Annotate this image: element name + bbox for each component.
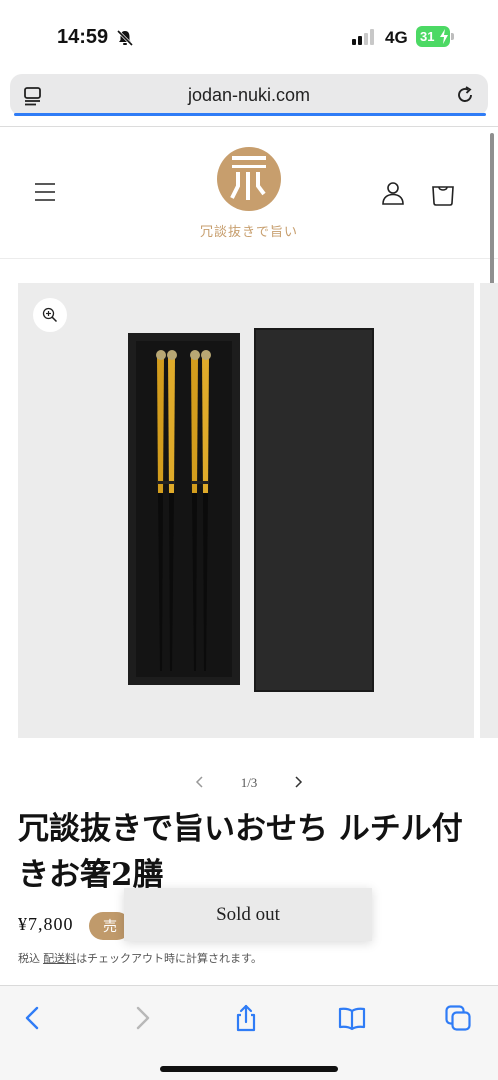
shipping-link[interactable]: 配送料 (43, 953, 76, 965)
logo-mark[interactable] (216, 146, 282, 212)
chevron-left-icon[interactable] (192, 773, 208, 791)
logo-text[interactable]: 冗談抜きで旨い (0, 221, 498, 240)
tax-note: 税込 配送料はチェックアウト時に計算されます。 (18, 950, 262, 966)
share-icon[interactable] (232, 1004, 260, 1032)
tax-suffix: はチェックアウト時に計算されます。 (76, 953, 262, 965)
status-time: 14:59 (57, 26, 109, 48)
back-icon[interactable] (19, 1004, 47, 1032)
home-indicator[interactable] (160, 1066, 338, 1072)
network-label: 4G (385, 28, 408, 47)
cellular-signal-icon (352, 29, 374, 45)
next-image-peek[interactable] (480, 283, 498, 738)
status-bar: 14:59 4G 31 (0, 0, 498, 70)
forward-icon[interactable] (128, 1004, 156, 1032)
header-divider (0, 258, 498, 259)
chopsticks-in-box-photo (18, 283, 474, 738)
page-load-progress (14, 113, 486, 116)
tax-prefix: 税込 (18, 953, 44, 965)
cart-icon[interactable] (430, 179, 456, 207)
price: ¥7,800 (18, 914, 74, 934)
browser-divider (0, 126, 498, 127)
menu-icon[interactable] (33, 180, 57, 204)
sold-out-button[interactable]: Sold out (124, 888, 372, 941)
reload-icon[interactable] (454, 84, 476, 106)
bell-slash-icon (116, 29, 134, 47)
product-title: 冗談抜きで旨いおせち ルチル付きお箸2膳 (18, 811, 463, 893)
battery-charging-icon: 31 (416, 26, 454, 47)
account-icon[interactable] (380, 180, 406, 206)
chevron-right-icon[interactable] (290, 773, 306, 791)
zoom-icon (42, 307, 58, 323)
bolt-icon (440, 29, 448, 44)
battery-tip (451, 33, 454, 40)
tab-switcher-icon[interactable] (444, 1004, 472, 1032)
url-text[interactable]: jodan-nuki.com (0, 85, 498, 106)
zoom-button[interactable] (33, 298, 67, 332)
product-image[interactable] (18, 283, 474, 738)
slider-counter: 1/3 (240, 775, 258, 790)
bookmarks-icon[interactable] (338, 1004, 366, 1032)
